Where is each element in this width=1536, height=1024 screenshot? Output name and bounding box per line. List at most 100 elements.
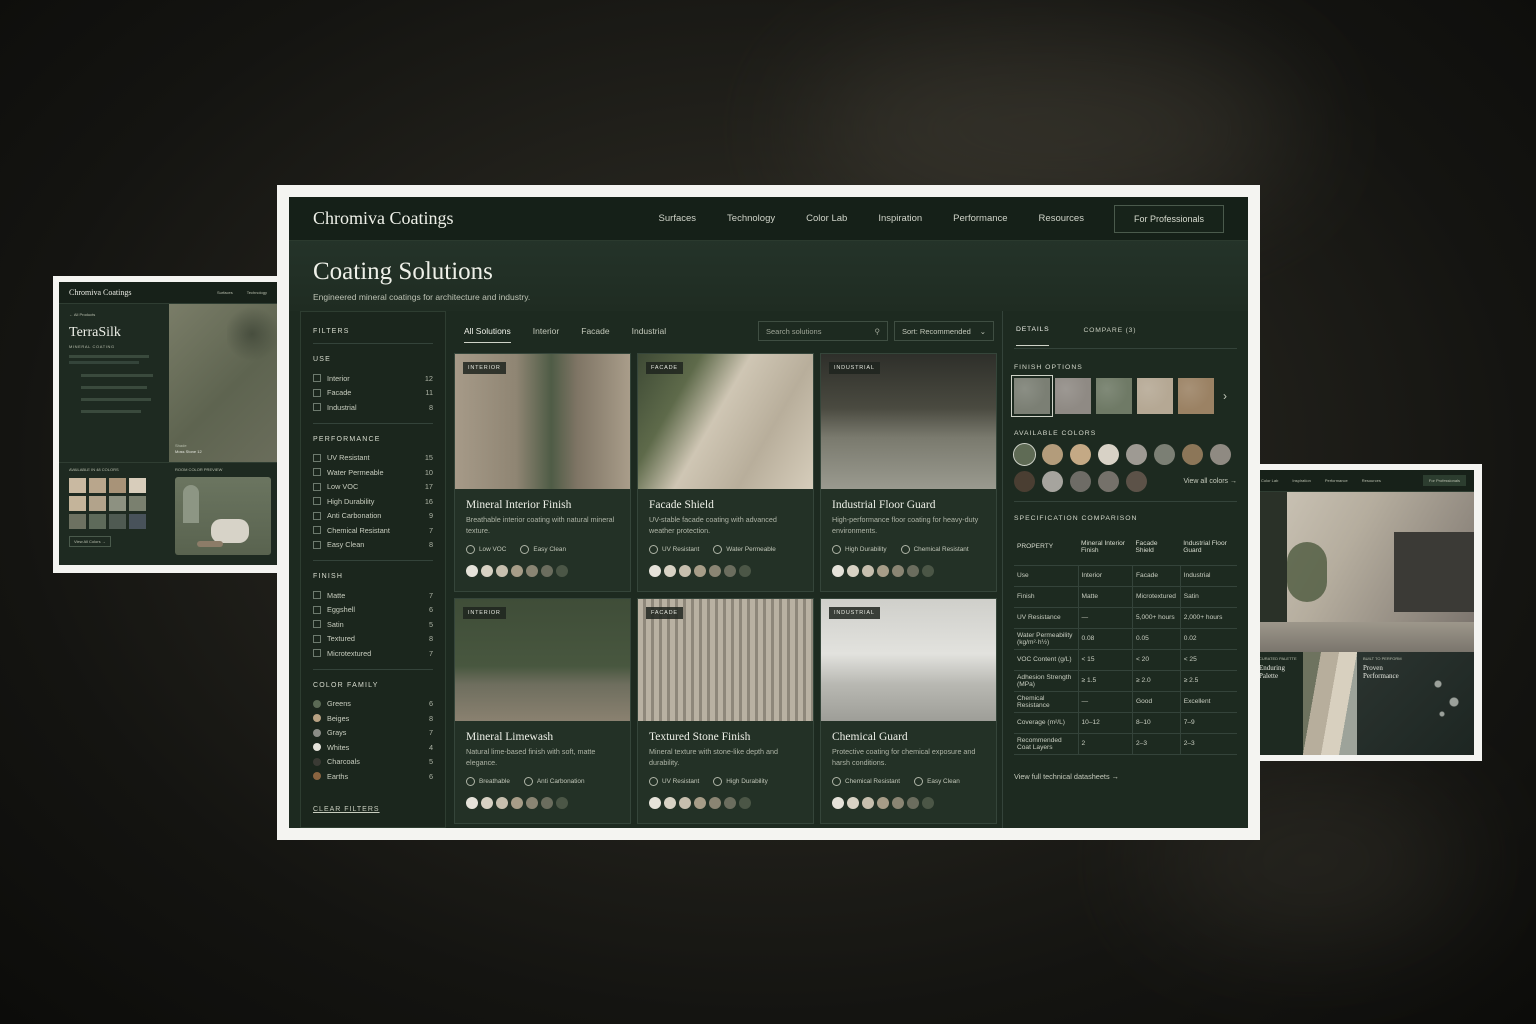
right-nav-resources[interactable]: Resources — [1362, 478, 1381, 483]
right-nav-inspiration[interactable]: Inspiration — [1292, 478, 1310, 483]
right-pro-button[interactable]: For Professionals — [1422, 475, 1466, 486]
palette-swatch[interactable] — [109, 514, 126, 529]
color-swatch[interactable] — [907, 565, 919, 577]
search-input[interactable]: Search solutions ⚲ — [758, 321, 888, 341]
palette-swatch[interactable] — [109, 478, 126, 493]
color-swatch[interactable] — [907, 797, 919, 809]
palette-swatch[interactable] — [129, 496, 146, 511]
checkbox[interactable] — [313, 453, 321, 462]
finish-option[interactable] — [1055, 378, 1091, 414]
filter-beiges[interactable]: Beiges 8 — [313, 711, 433, 726]
nav-resources[interactable]: Resources — [1039, 213, 1084, 224]
filter-anti-carbonation[interactable]: Anti Carbonation 9 — [313, 509, 433, 524]
color-swatch[interactable] — [862, 565, 874, 577]
color-option[interactable] — [1070, 471, 1091, 492]
color-swatch[interactable] — [862, 797, 874, 809]
checkbox[interactable] — [313, 634, 321, 643]
color-swatch[interactable] — [832, 797, 844, 809]
color-swatch[interactable] — [496, 797, 508, 809]
palette-swatch[interactable] — [129, 478, 146, 493]
checkbox[interactable] — [313, 482, 321, 491]
color-swatch[interactable] — [922, 565, 934, 577]
checkbox[interactable] — [313, 388, 321, 397]
back-link[interactable]: ← All Products — [69, 312, 159, 317]
palette-swatch[interactable] — [109, 496, 126, 511]
color-swatch[interactable] — [892, 797, 904, 809]
filter-low-voc[interactable]: Low VOC 17 — [313, 480, 433, 495]
filter-eggshell[interactable]: Eggshell 6 — [313, 603, 433, 618]
nav-inspiration[interactable]: Inspiration — [878, 213, 922, 224]
color-swatch[interactable] — [724, 797, 736, 809]
solution-card[interactable]: FACADE Textured Stone Finish Mineral textu… — [637, 598, 814, 824]
nav-performance[interactable]: Performance — [953, 213, 1007, 224]
color-swatch[interactable] — [664, 797, 676, 809]
tab-details[interactable]: DETAILS — [1016, 313, 1050, 346]
palette-swatch[interactable] — [69, 514, 86, 529]
color-option[interactable] — [1126, 444, 1147, 465]
filter-textured[interactable]: Textured 8 — [313, 632, 433, 647]
color-option[interactable] — [1098, 471, 1119, 492]
checkbox[interactable] — [313, 468, 321, 477]
checkbox[interactable] — [313, 540, 321, 549]
checkbox[interactable] — [313, 497, 321, 506]
color-swatch[interactable] — [679, 565, 691, 577]
finish-option[interactable] — [1096, 378, 1132, 414]
color-swatch[interactable] — [649, 797, 661, 809]
solution-card[interactable]: INDUSTRIAL Industrial Floor Guard High-per… — [820, 353, 997, 592]
color-swatch[interactable] — [496, 565, 508, 577]
color-swatch[interactable] — [466, 797, 478, 809]
color-swatch[interactable] — [922, 797, 934, 809]
color-swatch[interactable] — [877, 565, 889, 577]
color-option[interactable] — [1154, 444, 1175, 465]
color-option[interactable] — [1042, 444, 1063, 465]
color-swatch[interactable] — [877, 797, 889, 809]
checkbox[interactable] — [313, 511, 321, 520]
checkbox[interactable] — [313, 403, 321, 412]
checkbox[interactable] — [313, 605, 321, 614]
filter-greens[interactable]: Greens 6 — [313, 697, 433, 712]
filter-charcoals[interactable]: Charcoals 5 — [313, 755, 433, 770]
filter-water-permeable[interactable]: Water Permeable 10 — [313, 465, 433, 480]
color-swatch[interactable] — [724, 565, 736, 577]
color-swatch[interactable] — [649, 565, 661, 577]
filter-whites[interactable]: Whites 4 — [313, 740, 433, 755]
left-nav-technology[interactable]: Technology — [247, 290, 267, 295]
color-swatch[interactable] — [664, 565, 676, 577]
filter-interior[interactable]: Interior 12 — [313, 371, 433, 386]
palette-swatch[interactable] — [89, 496, 106, 511]
tab-facade[interactable]: Facade — [581, 320, 609, 342]
tab-industrial[interactable]: Industrial — [632, 320, 667, 342]
chevron-right-icon[interactable]: › — [1223, 389, 1227, 403]
color-swatch[interactable] — [526, 565, 538, 577]
checkbox[interactable] — [313, 620, 321, 629]
color-swatch[interactable] — [541, 565, 553, 577]
checkbox[interactable] — [313, 526, 321, 535]
solution-card[interactable]: FACADE Facade Shield UV-stable facade coat… — [637, 353, 814, 592]
color-swatch[interactable] — [481, 797, 493, 809]
palette-swatch[interactable] — [89, 514, 106, 529]
color-swatch[interactable] — [679, 797, 691, 809]
color-swatch[interactable] — [556, 797, 568, 809]
palette-swatch[interactable] — [69, 496, 86, 511]
nav-color-lab[interactable]: Color Lab — [806, 213, 847, 224]
right-nav-performance[interactable]: Performance — [1325, 478, 1348, 483]
color-swatch[interactable] — [541, 797, 553, 809]
finish-option[interactable] — [1178, 378, 1214, 414]
finish-option[interactable] — [1011, 375, 1053, 417]
palette-swatch[interactable] — [129, 514, 146, 529]
color-swatch[interactable] — [832, 565, 844, 577]
view-all-colors-button[interactable]: View All Colors → — [69, 536, 111, 547]
color-swatch[interactable] — [511, 565, 523, 577]
checkbox[interactable] — [313, 591, 321, 600]
finish-option[interactable] — [1137, 378, 1173, 414]
filter-industrial[interactable]: Industrial 8 — [313, 400, 433, 415]
color-swatch[interactable] — [466, 565, 478, 577]
color-swatch[interactable] — [526, 797, 538, 809]
solution-card[interactable]: INTERIOR Mineral Limewash Natural lime-bas… — [454, 598, 631, 824]
color-swatch[interactable] — [511, 797, 523, 809]
filter-grays[interactable]: Grays 7 — [313, 726, 433, 741]
nav-technology[interactable]: Technology — [727, 213, 775, 224]
color-swatch[interactable] — [847, 565, 859, 577]
palette-swatch[interactable] — [89, 478, 106, 493]
filter-facade[interactable]: Facade 11 — [313, 386, 433, 401]
